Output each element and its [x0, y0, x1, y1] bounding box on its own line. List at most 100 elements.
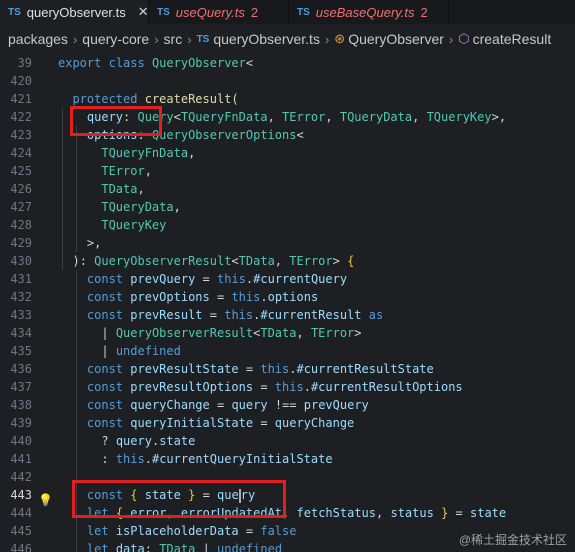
- code-text: ): QueryObserverResult<TData, TError> {: [72, 254, 355, 268]
- code-text: >,: [86, 236, 102, 250]
- breadcrumb-item-class[interactable]: QueryObserver: [348, 31, 444, 47]
- code-line[interactable]: 429 >,: [0, 234, 575, 252]
- line-number: 428: [10, 218, 32, 232]
- code-editor[interactable]: 39 export class QueryObserver< 420 421 prot…: [0, 54, 575, 552]
- line-number: 444: [10, 506, 32, 520]
- class-icon: ⊛: [334, 31, 346, 46]
- code-line[interactable]: 428 TQueryKey: [0, 216, 575, 234]
- code-text: const queryInitialState = queryChange: [86, 416, 355, 430]
- chevron-right-icon: ›: [187, 31, 192, 47]
- chevron-right-icon: ›: [72, 31, 78, 47]
- highlight-box-state-destructure: [72, 480, 286, 518]
- line-number: 437: [10, 380, 32, 394]
- breadcrumb-item-method[interactable]: createResult: [473, 31, 552, 47]
- code-line[interactable]: 427 TQueryData,: [0, 198, 575, 216]
- line-number: 443: [10, 488, 32, 502]
- code-text: : this.#currentQueryInitialState: [101, 452, 333, 466]
- line-number: 423: [10, 128, 32, 142]
- code-text: let data: TData | undefined: [86, 542, 283, 552]
- code-line[interactable]: 426 TData,: [0, 180, 575, 198]
- line-number: 426: [10, 182, 32, 196]
- code-text: let isPlaceholderData = false: [86, 524, 297, 538]
- line-number: 39: [17, 56, 32, 70]
- code-line[interactable]: 439 const queryInitialState = queryChang…: [0, 414, 575, 432]
- code-text: TError,: [101, 164, 152, 178]
- breadcrumb-item-file[interactable]: queryObserver.ts: [213, 31, 320, 47]
- chevron-right-icon: ›: [324, 31, 330, 47]
- line-number: 425: [10, 164, 32, 178]
- breadcrumb-item-packages[interactable]: packages: [8, 31, 68, 47]
- method-cube-icon: ⬡: [458, 31, 470, 46]
- line-number: 435: [10, 344, 32, 358]
- code-text: const prevResult = this.#currentResult a…: [86, 308, 384, 322]
- line-number: 441: [10, 452, 32, 466]
- code-text: export class QueryObserver<: [58, 56, 254, 70]
- line-number: 431: [10, 272, 32, 286]
- watermark: @稀土掘金技术社区: [458, 533, 567, 547]
- line-number: 422: [10, 110, 32, 124]
- close-icon[interactable]: ✕: [138, 4, 149, 20]
- line-number: 429: [10, 236, 32, 250]
- chevron-right-icon: ›: [154, 31, 159, 47]
- typescript-file-icon: TS: [157, 6, 170, 18]
- line-number: 424: [10, 146, 32, 160]
- code-line[interactable]: 430 ): QueryObserverResult<TData, TError…: [0, 252, 575, 270]
- highlight-box-query-param: [70, 106, 162, 136]
- line-number: 432: [10, 290, 32, 304]
- tab-label: useBaseQuery.ts: [315, 4, 415, 20]
- typescript-file-icon: TS: [196, 33, 210, 45]
- line-number: 436: [10, 362, 32, 376]
- code-text: const prevResultState = this.#currentRes…: [86, 362, 434, 376]
- breadcrumb-item-query-core[interactable]: query-core: [82, 31, 149, 47]
- code-text: const prevResultOptions = this.#currentR…: [86, 380, 463, 394]
- indent-guide: [62, 108, 63, 270]
- line-number: 427: [10, 200, 32, 214]
- tab-label: queryObserver.ts: [26, 4, 126, 20]
- lightbulb-icon[interactable]: 💡: [38, 494, 53, 506]
- code-line[interactable]: 424 TQueryFnData,: [0, 144, 575, 162]
- breadcrumb: packages › query-core › src › TS queryOb…: [0, 24, 575, 54]
- code-line[interactable]: 433 const prevResult = this.#currentResu…: [0, 306, 575, 324]
- breadcrumb-item-src[interactable]: src: [164, 31, 183, 47]
- code-text: TData,: [101, 182, 145, 196]
- tab-usebasequery[interactable]: TS useBaseQuery.ts 2: [289, 0, 449, 24]
- typescript-file-icon: TS: [297, 6, 310, 18]
- chevron-right-icon: ›: [448, 31, 454, 47]
- code-text: const queryChange = query !== prevQuery: [86, 398, 369, 412]
- line-number: 439: [10, 416, 32, 430]
- problem-count-badge: 2: [250, 4, 259, 20]
- indent-guide: [76, 126, 77, 252]
- code-text: | QueryObserverResult<TData, TError>: [101, 326, 362, 340]
- code-line[interactable]: 420: [0, 72, 575, 90]
- code-text: const prevQuery = this.#currentQuery: [86, 272, 348, 286]
- code-line[interactable]: 441 : this.#currentQueryInitialState: [0, 450, 575, 468]
- code-line[interactable]: 432 const prevOptions = this.options: [0, 288, 575, 306]
- code-line[interactable]: 39 export class QueryObserver<: [0, 54, 575, 72]
- line-number: 442: [10, 470, 32, 484]
- code-line[interactable]: 440 ? query.state: [0, 432, 575, 450]
- line-number: 438: [10, 398, 32, 412]
- code-text: ? query.state: [101, 434, 196, 448]
- typescript-file-icon: TS: [8, 6, 21, 18]
- editor-tab-bar: TS queryObserver.ts ✕ TS useQuery.ts 2 T…: [0, 0, 575, 24]
- problem-count-badge: 2: [420, 4, 428, 20]
- code-line[interactable]: 436 const prevResultState = this.#curren…: [0, 360, 575, 378]
- line-number: 430: [10, 254, 32, 268]
- line-number: 445: [10, 524, 32, 538]
- code-line[interactable]: 431 const prevQuery = this.#currentQuery: [0, 270, 575, 288]
- code-text: TQueryKey: [101, 218, 167, 232]
- code-line[interactable]: 438 const queryChange = query !== prevQu…: [0, 396, 575, 414]
- code-line[interactable]: 425 TError,: [0, 162, 575, 180]
- tab-usequery[interactable]: TS useQuery.ts 2: [149, 0, 289, 24]
- code-text: TQueryFnData,: [101, 146, 196, 160]
- line-number: 446: [10, 542, 32, 552]
- code-line[interactable]: 434 | QueryObserverResult<TData, TError>: [0, 324, 575, 342]
- tab-queryobserver[interactable]: TS queryObserver.ts ✕: [0, 0, 149, 24]
- code-line[interactable]: 437 const prevResultOptions = this.#curr…: [0, 378, 575, 396]
- line-number: 440: [10, 434, 32, 448]
- code-text: const prevOptions = this.options: [86, 290, 319, 304]
- line-number: 421: [10, 92, 32, 106]
- line-number: 434: [10, 326, 32, 340]
- code-line[interactable]: 435 | undefined: [0, 342, 575, 360]
- tab-label: useQuery.ts: [175, 4, 245, 20]
